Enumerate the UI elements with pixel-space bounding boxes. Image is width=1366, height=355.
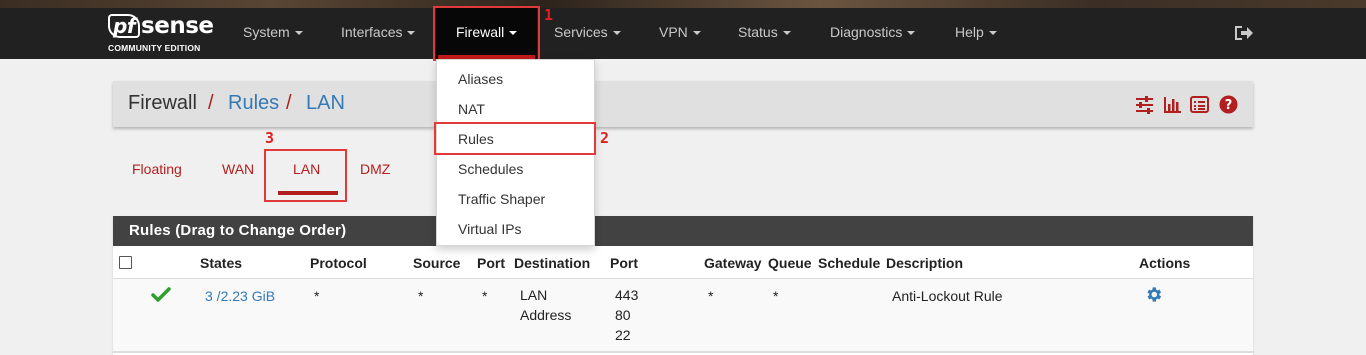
column-header-source-port[interactable]: Port (477, 255, 505, 271)
highlight-lan-tab (264, 149, 347, 202)
rule-description: Anti-Lockout Rule (892, 288, 1003, 304)
menu-item-traffic-shaper[interactable]: Traffic Shaper (458, 191, 545, 207)
caret-down-icon (692, 31, 701, 36)
column-header-queue[interactable]: Queue (768, 255, 812, 271)
column-header-dest-port[interactable]: Port (610, 255, 638, 271)
rule-destination: LAN Address (520, 287, 572, 323)
rule-dest-port: 443 80 22 (615, 287, 639, 343)
breadcrumb-lan-link[interactable]: LAN (306, 92, 345, 115)
menu-item-aliases[interactable]: Aliases (458, 71, 503, 87)
nav-status[interactable]: Status (738, 8, 791, 59)
caret-down-icon (407, 31, 416, 36)
column-header-gateway[interactable]: Gateway (704, 255, 762, 271)
caret-down-icon (612, 31, 621, 36)
sign-out-icon[interactable] (1234, 24, 1254, 42)
row-divider (113, 351, 1253, 353)
rule-gateway: * (708, 288, 714, 304)
breadcrumb-rules-link[interactable]: Rules (228, 92, 279, 115)
check-icon (151, 287, 171, 302)
list-icon[interactable] (1190, 95, 1209, 114)
rule-source-port: * (482, 288, 488, 304)
top-navbar: pf sense COMMUNITY EDITION System Interfa… (0, 8, 1366, 59)
highlight-rules-item (434, 122, 596, 155)
pfsense-logo[interactable]: pf sense COMMUNITY EDITION (108, 14, 218, 54)
annotation-2: 2 (600, 129, 610, 147)
column-header-description[interactable]: Description (886, 255, 963, 271)
logo-edition: COMMUNITY EDITION (108, 43, 201, 53)
menu-item-nat[interactable]: NAT (458, 101, 485, 117)
svg-text:?: ? (1225, 98, 1233, 113)
nav-help[interactable]: Help (955, 8, 997, 59)
nav-interfaces[interactable]: Interfaces (341, 8, 416, 59)
column-header-destination[interactable]: Destination (514, 255, 590, 271)
rule-protocol: * (314, 288, 320, 304)
annotation-3: 3 (265, 129, 275, 147)
sliders-icon[interactable] (1135, 95, 1154, 114)
logo-wordmark: pf sense (108, 14, 214, 38)
bar-chart-icon[interactable] (1163, 95, 1182, 114)
caret-down-icon (294, 31, 303, 36)
caret-down-icon (988, 31, 997, 36)
tab-dmz[interactable]: DMZ (360, 161, 390, 177)
nav-vpn[interactable]: VPN (659, 8, 701, 59)
breadcrumb-firewall: Firewall (128, 92, 197, 114)
help-icon[interactable]: ? (1219, 95, 1238, 114)
column-header-actions: Actions (1139, 255, 1191, 271)
caret-down-icon (907, 31, 916, 36)
breadcrumb: Firewall / Rules / LAN ? (113, 81, 1253, 127)
select-all-checkbox[interactable] (119, 256, 132, 269)
column-header-states[interactable]: States (200, 255, 242, 271)
table-row[interactable] (113, 279, 1253, 352)
nav-system[interactable]: System (243, 8, 303, 59)
tab-floating[interactable]: Floating (132, 161, 182, 177)
column-header-schedule[interactable]: Schedule (818, 255, 880, 271)
rule-states-link[interactable]: 3 /2.23 GiB (205, 288, 275, 304)
highlight-firewall-menu (433, 6, 540, 61)
gear-icon[interactable] (1144, 285, 1163, 304)
breadcrumb-separator: / (208, 92, 214, 114)
nav-diagnostics[interactable]: Diagnostics (830, 8, 916, 59)
rule-queue: * (773, 288, 779, 304)
tab-wan[interactable]: WAN (222, 161, 254, 177)
column-header-protocol[interactable]: Protocol (310, 255, 367, 271)
menu-item-schedules[interactable]: Schedules (458, 161, 523, 177)
menu-item-virtual-ips[interactable]: Virtual IPs (458, 221, 522, 237)
rules-panel-title: Rules (Drag to Change Order) (113, 216, 1253, 246)
annotation-1: 1 (544, 6, 554, 24)
breadcrumb-separator: / (286, 92, 292, 114)
caret-down-icon (782, 31, 791, 36)
nav-services[interactable]: Services (554, 8, 621, 59)
rule-source: * (418, 288, 424, 304)
column-header-source[interactable]: Source (413, 255, 460, 271)
top-banner-strip (0, 0, 1366, 8)
